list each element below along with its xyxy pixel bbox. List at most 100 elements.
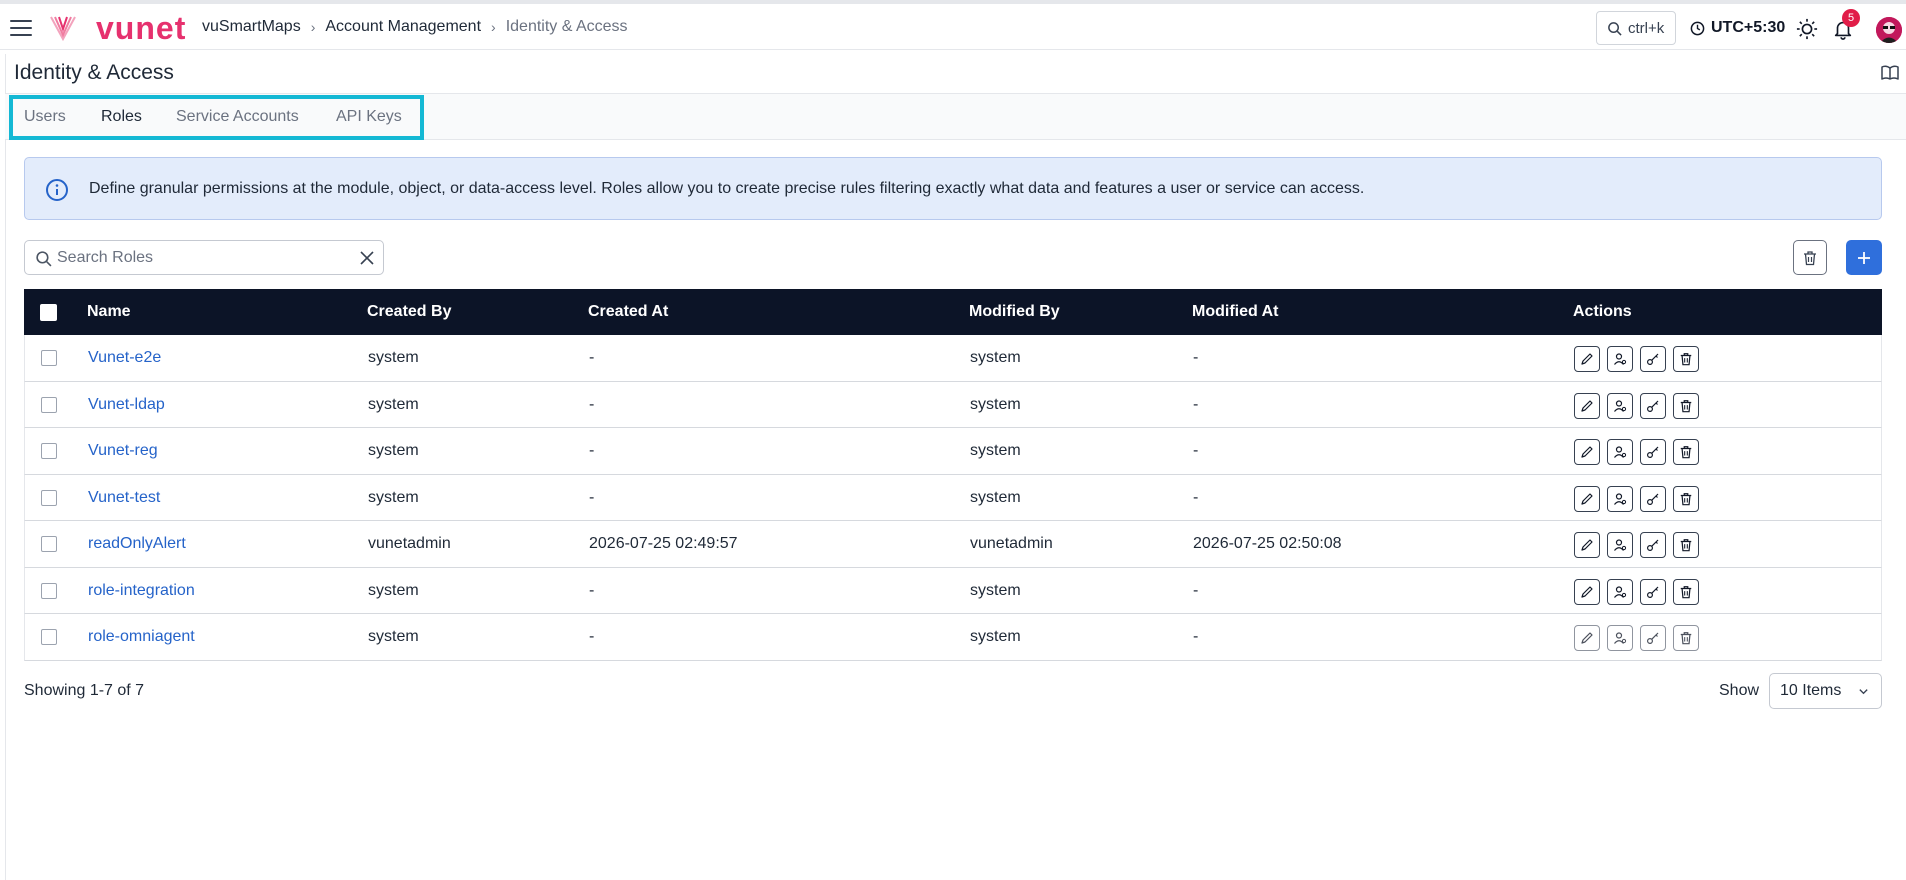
row-checkbox[interactable] [41,489,57,506]
role-name-link[interactable]: Vunet-reg [88,442,158,460]
info-icon [46,179,68,201]
created-by-cell: system [368,488,419,506]
column-header-modified-at[interactable]: Modified At [1192,303,1279,321]
column-header-name[interactable]: Name [87,303,131,321]
roles-table: Name Created By Created At Modified By M… [24,289,1882,661]
permissions-button[interactable] [1640,346,1666,372]
table-row: readOnlyAlert vunetadmin 2026-07-25 02:49:… [24,521,1882,568]
modified-at-cell: 2026-07-25 02:50:08 [1193,535,1342,552]
plus-icon [1858,251,1870,264]
row-actions [1574,346,1699,372]
permissions-button[interactable] [1640,392,1666,419]
sun-icon[interactable] [1796,18,1818,40]
assign-users-button[interactable] [1607,578,1633,605]
assign-users-button[interactable] [1607,485,1633,512]
created-at-cell: - [589,395,595,413]
permissions-button[interactable] [1640,439,1666,465]
user-icon [1614,353,1627,365]
delete-role-button[interactable] [1673,346,1699,372]
avatar[interactable] [1876,17,1902,43]
row-checkbox[interactable] [41,536,57,552]
breadcrumb-item-vusmartmaps[interactable]: vuSmartMaps [202,18,301,36]
created-by-cell: system [368,349,419,366]
menu-icon[interactable] [10,20,32,36]
timezone-label: UTC+5:30 [1711,19,1786,36]
assign-users-button[interactable] [1607,392,1633,419]
edit-role-button[interactable] [1574,485,1600,512]
timezone-selector[interactable]: UTC+5:30 [1690,19,1785,37]
edit-role-button[interactable] [1574,625,1600,651]
book-icon[interactable] [1880,63,1900,83]
row-actions [1574,578,1699,605]
modified-at-cell: - [1193,395,1199,413]
search-icon [1608,21,1622,36]
role-name-link[interactable]: Vunet-test [88,489,160,507]
permissions-button[interactable] [1640,532,1666,558]
row-checkbox[interactable] [41,396,57,413]
row-checkbox[interactable] [41,350,57,366]
table-header: Name Created By Created At Modified By M… [24,289,1882,335]
edit-role-button[interactable] [1574,439,1600,465]
delete-role-button[interactable] [1673,439,1699,465]
delete-role-button[interactable] [1673,625,1699,651]
chevron-right-icon: › [491,19,496,35]
column-header-created-at[interactable]: Created At [588,303,668,321]
created-at-cell: - [589,488,595,506]
key-icon [1646,493,1659,505]
delete-role-button[interactable] [1673,392,1699,419]
tabs-highlight-box [9,95,424,140]
global-search-button[interactable]: ctrl+k [1596,11,1676,45]
delete-role-button[interactable] [1673,485,1699,512]
search-input[interactable] [57,242,357,273]
assign-users-button[interactable] [1607,346,1633,372]
info-text: Define granular permissions at the modul… [89,180,1365,197]
top-bar: vunet vuSmartMaps › Account Management ›… [0,0,1906,50]
bulk-delete-button[interactable] [1793,240,1827,275]
row-checkbox[interactable] [41,582,57,599]
row-checkbox[interactable] [41,443,57,459]
role-name-link[interactable]: Vunet-ldap [88,396,165,414]
edit-role-button[interactable] [1574,532,1600,558]
assign-users-button[interactable] [1607,532,1633,558]
role-name-link[interactable]: role-omniagent [88,628,195,646]
edit-role-button[interactable] [1574,578,1600,605]
clock-icon [1690,21,1705,35]
role-name-link[interactable]: Vunet-e2e [88,349,161,367]
key-icon [1646,539,1659,552]
user-icon [1614,585,1627,598]
close-icon[interactable] [359,250,375,266]
permissions-button[interactable] [1640,625,1666,651]
page-title-bar: Identity & Access [5,54,1906,94]
vunet-logo-icon [50,16,76,42]
pencil-icon [1581,399,1593,412]
modified-by-cell: vunetadmin [970,535,1053,552]
delete-role-button[interactable] [1673,578,1699,605]
permissions-button[interactable] [1640,485,1666,512]
role-name-link[interactable]: readOnlyAlert [88,535,186,553]
permissions-button[interactable] [1640,578,1666,605]
brand-logo-text: vunet [96,10,187,46]
assign-users-button[interactable] [1607,625,1633,651]
page-size-select[interactable]: 10 Items [1769,673,1882,709]
row-checkbox[interactable] [41,629,57,645]
edit-role-button[interactable] [1574,346,1600,372]
breadcrumb-item-account-management[interactable]: Account Management [325,18,481,36]
edit-role-button[interactable] [1574,392,1600,419]
delete-role-button[interactable] [1673,532,1699,558]
table-row: Vunet-ldap system - system - [24,381,1882,428]
modified-by-cell: system [970,349,1021,366]
pencil-icon [1581,446,1593,458]
modified-by-cell: system [970,395,1021,413]
modified-at-cell: - [1193,581,1199,599]
role-name-link[interactable]: role-integration [88,582,195,600]
assign-users-button[interactable] [1607,439,1633,465]
column-header-modified-by[interactable]: Modified By [969,303,1060,321]
chevron-down-icon [1859,689,1868,695]
user-icon [1614,446,1627,458]
page-size-value: 10 Items [1780,682,1842,699]
add-role-button[interactable] [1846,240,1882,275]
pencil-icon [1581,353,1593,365]
column-header-created-by[interactable]: Created By [367,303,451,321]
created-by-cell: system [368,395,419,413]
select-all-checkbox[interactable] [40,304,57,321]
